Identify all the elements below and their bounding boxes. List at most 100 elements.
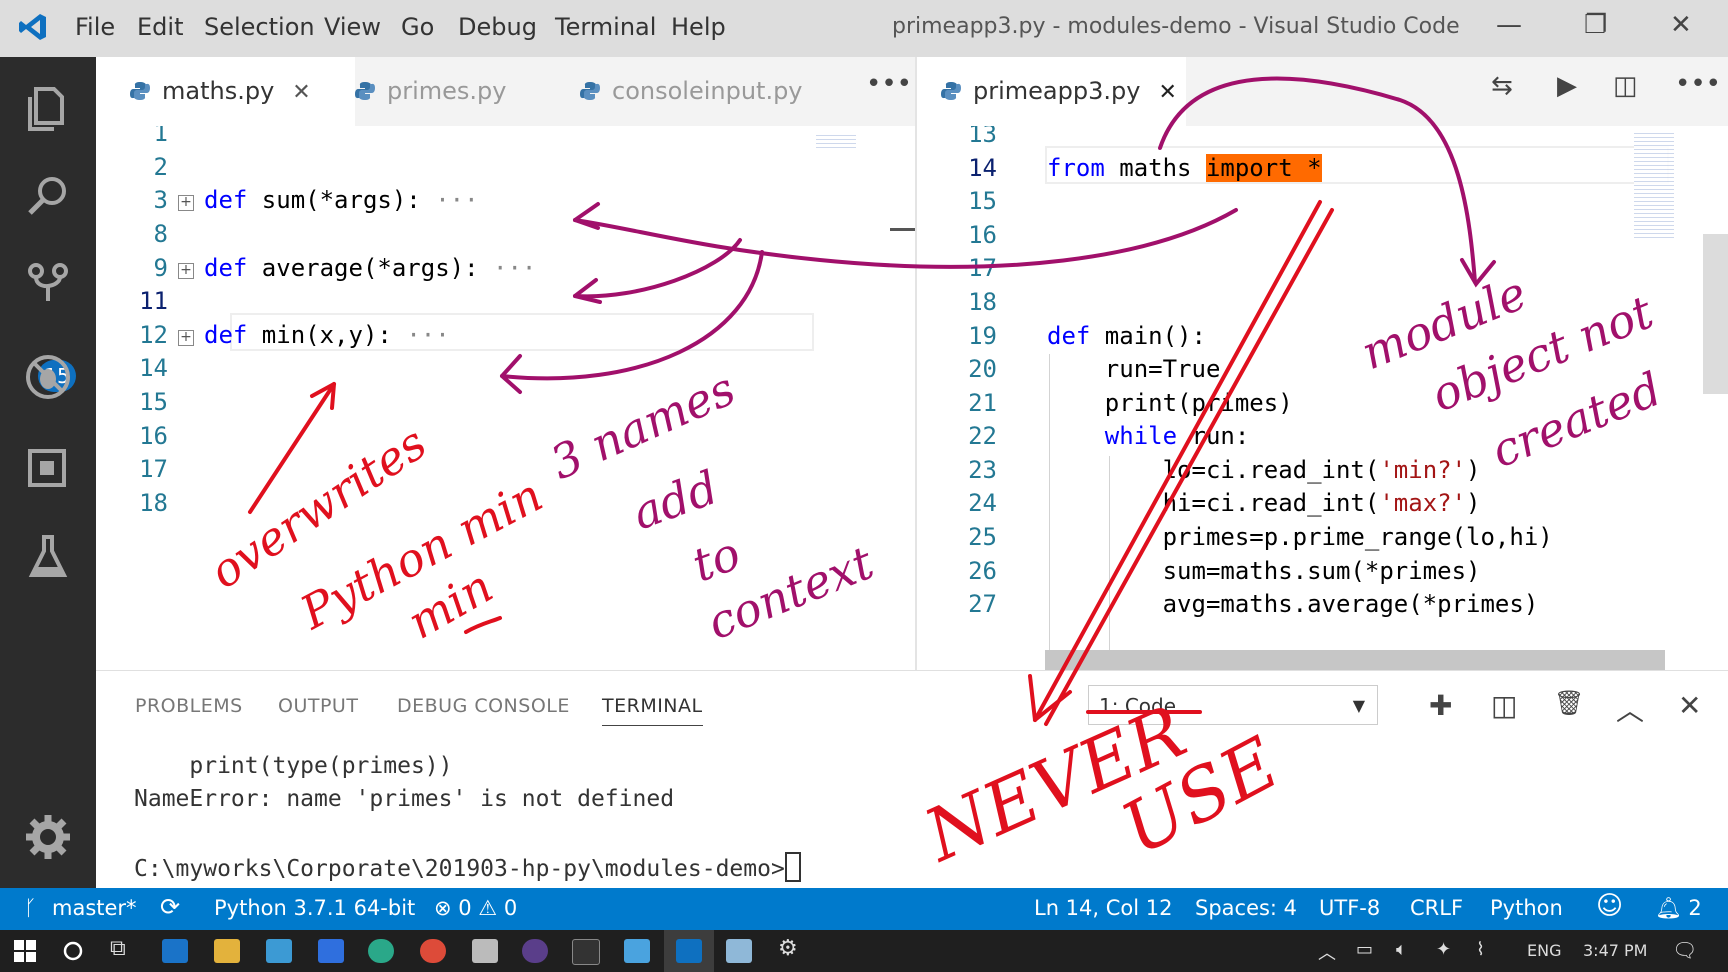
explorer-icon[interactable] (18, 77, 78, 137)
vscode-taskbar-icon[interactable] (676, 939, 702, 963)
chevron-down-icon: ▼ (1352, 696, 1365, 715)
trash-icon[interactable]: 🗑 (1554, 689, 1584, 717)
title-bar: File Edit Selection View Go Debug Termin… (0, 0, 1728, 57)
debug-icon[interactable] (18, 347, 78, 407)
sync-icon[interactable]: ⟳ (160, 893, 180, 921)
restore-button[interactable]: ❐ (1584, 10, 1607, 40)
encoding[interactable]: UTF-8 (1319, 896, 1380, 920)
clock[interactable]: 3:47 PM (1583, 941, 1647, 960)
more-actions-icon[interactable]: ••• (1675, 69, 1721, 99)
open-changes-icon[interactable]: ⇆ (1491, 71, 1513, 101)
terminal-prompt[interactable]: C:\myworks\Corporate\201903-hp-py\module… (134, 852, 801, 882)
volume-icon[interactable]: 🔈︎ (1396, 939, 1407, 960)
left-editor[interactable]: 1 2 3 + def sum(*args): ··· 8 9 + def aver… (96, 126, 915, 670)
notepad-icon[interactable] (726, 939, 752, 963)
fold-expand-icon[interactable]: + (178, 195, 194, 211)
line-number: 13 (968, 126, 997, 148)
close-panel-icon[interactable]: ✕ (1678, 689, 1701, 722)
edge-icon[interactable] (162, 939, 188, 963)
minimap[interactable] (816, 132, 856, 148)
minimap[interactable] (1634, 130, 1674, 240)
status-bar: ᚴ master* ⟳ Python 3.7.1 64-bit ⊗ 0 ⚠ 0 … (0, 888, 1728, 930)
tab-primeapp3-py[interactable]: primeapp3.py ✕ (917, 57, 1186, 126)
end-of-line[interactable]: CRLF (1410, 896, 1463, 920)
menu-file[interactable]: File (75, 13, 115, 41)
python-interpreter[interactable]: Python 3.7.1 64-bit (214, 896, 415, 920)
menu-selection[interactable]: Selection (204, 13, 315, 41)
tab-problems[interactable]: PROBLEMS (135, 695, 243, 717)
language-mode[interactable]: Python (1490, 896, 1563, 920)
eclipse-icon[interactable] (522, 939, 548, 963)
tab-close-icon[interactable]: ✕ (292, 80, 310, 105)
split-editor-icon[interactable]: ◫ (1613, 71, 1638, 101)
new-terminal-icon[interactable]: ✚ (1429, 689, 1452, 722)
tab-close-icon[interactable]: ✕ (1158, 80, 1176, 105)
tab-primes-py[interactable]: primes.py (321, 57, 550, 126)
close-window-button[interactable]: ✕ (1670, 10, 1692, 40)
python-file-icon (355, 82, 375, 100)
tab-label: primes.py (387, 77, 507, 105)
activity-bar: 15 (0, 57, 96, 888)
menu-debug[interactable]: Debug (458, 13, 537, 41)
run-icon[interactable]: ▶ (1557, 71, 1577, 101)
file-explorer-icon[interactable] (214, 939, 240, 963)
infinity-app-icon[interactable] (368, 939, 394, 963)
test-icon[interactable] (18, 527, 78, 587)
search-icon[interactable] (18, 167, 78, 227)
dropbox-icon[interactable] (318, 939, 344, 963)
battery-icon[interactable]: ▭ (1356, 939, 1373, 960)
feedback-smiley-icon[interactable]: ☺ (1596, 891, 1623, 921)
cursor-position[interactable]: Ln 14, Col 12 (1034, 896, 1173, 920)
branch-label[interactable]: master* (52, 896, 137, 920)
more-actions-icon[interactable]: ••• (866, 69, 912, 99)
extensions-icon[interactable] (18, 437, 78, 497)
windows-start-icon[interactable] (14, 940, 36, 962)
fold-expand-icon[interactable]: + (178, 330, 194, 346)
terminal-select[interactable]: 1: Code ▼ (1088, 685, 1378, 725)
scrollbar-thumb[interactable] (890, 228, 915, 231)
warning-icon: ⚠ (478, 896, 498, 920)
problems-indicator[interactable]: ⊗ 0 ⚠ 0 (434, 896, 517, 920)
right-editor[interactable]: 13 14 from maths import * 15 16 17 18 19… (917, 126, 1728, 670)
fold-expand-icon[interactable]: + (178, 263, 194, 279)
maximize-panel-icon[interactable]: ︿ (1616, 689, 1644, 729)
menu-view[interactable]: View (324, 13, 381, 41)
scrollbar-thumb[interactable] (1703, 234, 1728, 394)
tab-terminal[interactable]: TERMINAL (602, 695, 703, 726)
tab-debug-console[interactable]: DEBUG CONSOLE (397, 695, 570, 717)
chrome-icon[interactable] (420, 939, 446, 963)
menu-go[interactable]: Go (401, 13, 434, 41)
mail-icon[interactable] (472, 939, 498, 963)
input-language[interactable]: ENG (1527, 941, 1561, 960)
store-icon[interactable] (266, 939, 292, 963)
cortana-icon[interactable] (62, 940, 84, 962)
task-view-icon[interactable]: ⧉ (110, 936, 126, 961)
network-icon[interactable]: ⌇ (1476, 939, 1485, 960)
notifications[interactable]: 🔔︎ 2 (1655, 896, 1702, 921)
tab-maths-py[interactable]: maths.py ✕ (96, 57, 355, 126)
line-number: 19 (968, 322, 997, 350)
show-hidden-icons[interactable]: ︿ (1318, 939, 1336, 965)
code-line-import: from maths import * (1047, 154, 1322, 182)
gear-icon[interactable] (18, 807, 78, 867)
tab-output[interactable]: OUTPUT (278, 695, 358, 717)
settings-icon[interactable]: ⚙ (778, 936, 798, 961)
menu-edit[interactable]: Edit (137, 13, 183, 41)
line-number: 15 (139, 388, 168, 416)
menu-help[interactable]: Help (671, 13, 726, 41)
remote-desktop-icon[interactable] (624, 939, 650, 963)
terminal-line: NameError: name 'primes' is not defined (134, 786, 675, 812)
split-terminal-icon[interactable]: ◫ (1491, 689, 1517, 722)
source-control-icon[interactable] (18, 257, 78, 317)
menu-terminal[interactable]: Terminal (555, 13, 656, 41)
action-center-icon[interactable]: 🗨︎ (1672, 938, 1697, 962)
indentation[interactable]: Spaces: 4 (1195, 896, 1297, 920)
minimize-button[interactable]: — (1496, 10, 1522, 40)
dropbox-tray-icon[interactable]: ✦ (1436, 939, 1451, 960)
bell-icon: 🔔︎ (1655, 896, 1682, 920)
line-number: 21 (968, 389, 997, 417)
tab-consoleinput-py[interactable]: consoleinput.py (550, 57, 840, 126)
line-number: 26 (968, 557, 997, 585)
terminal-app-icon[interactable] (572, 939, 600, 965)
code-line: avg=maths.average(*primes) (1047, 590, 1539, 618)
